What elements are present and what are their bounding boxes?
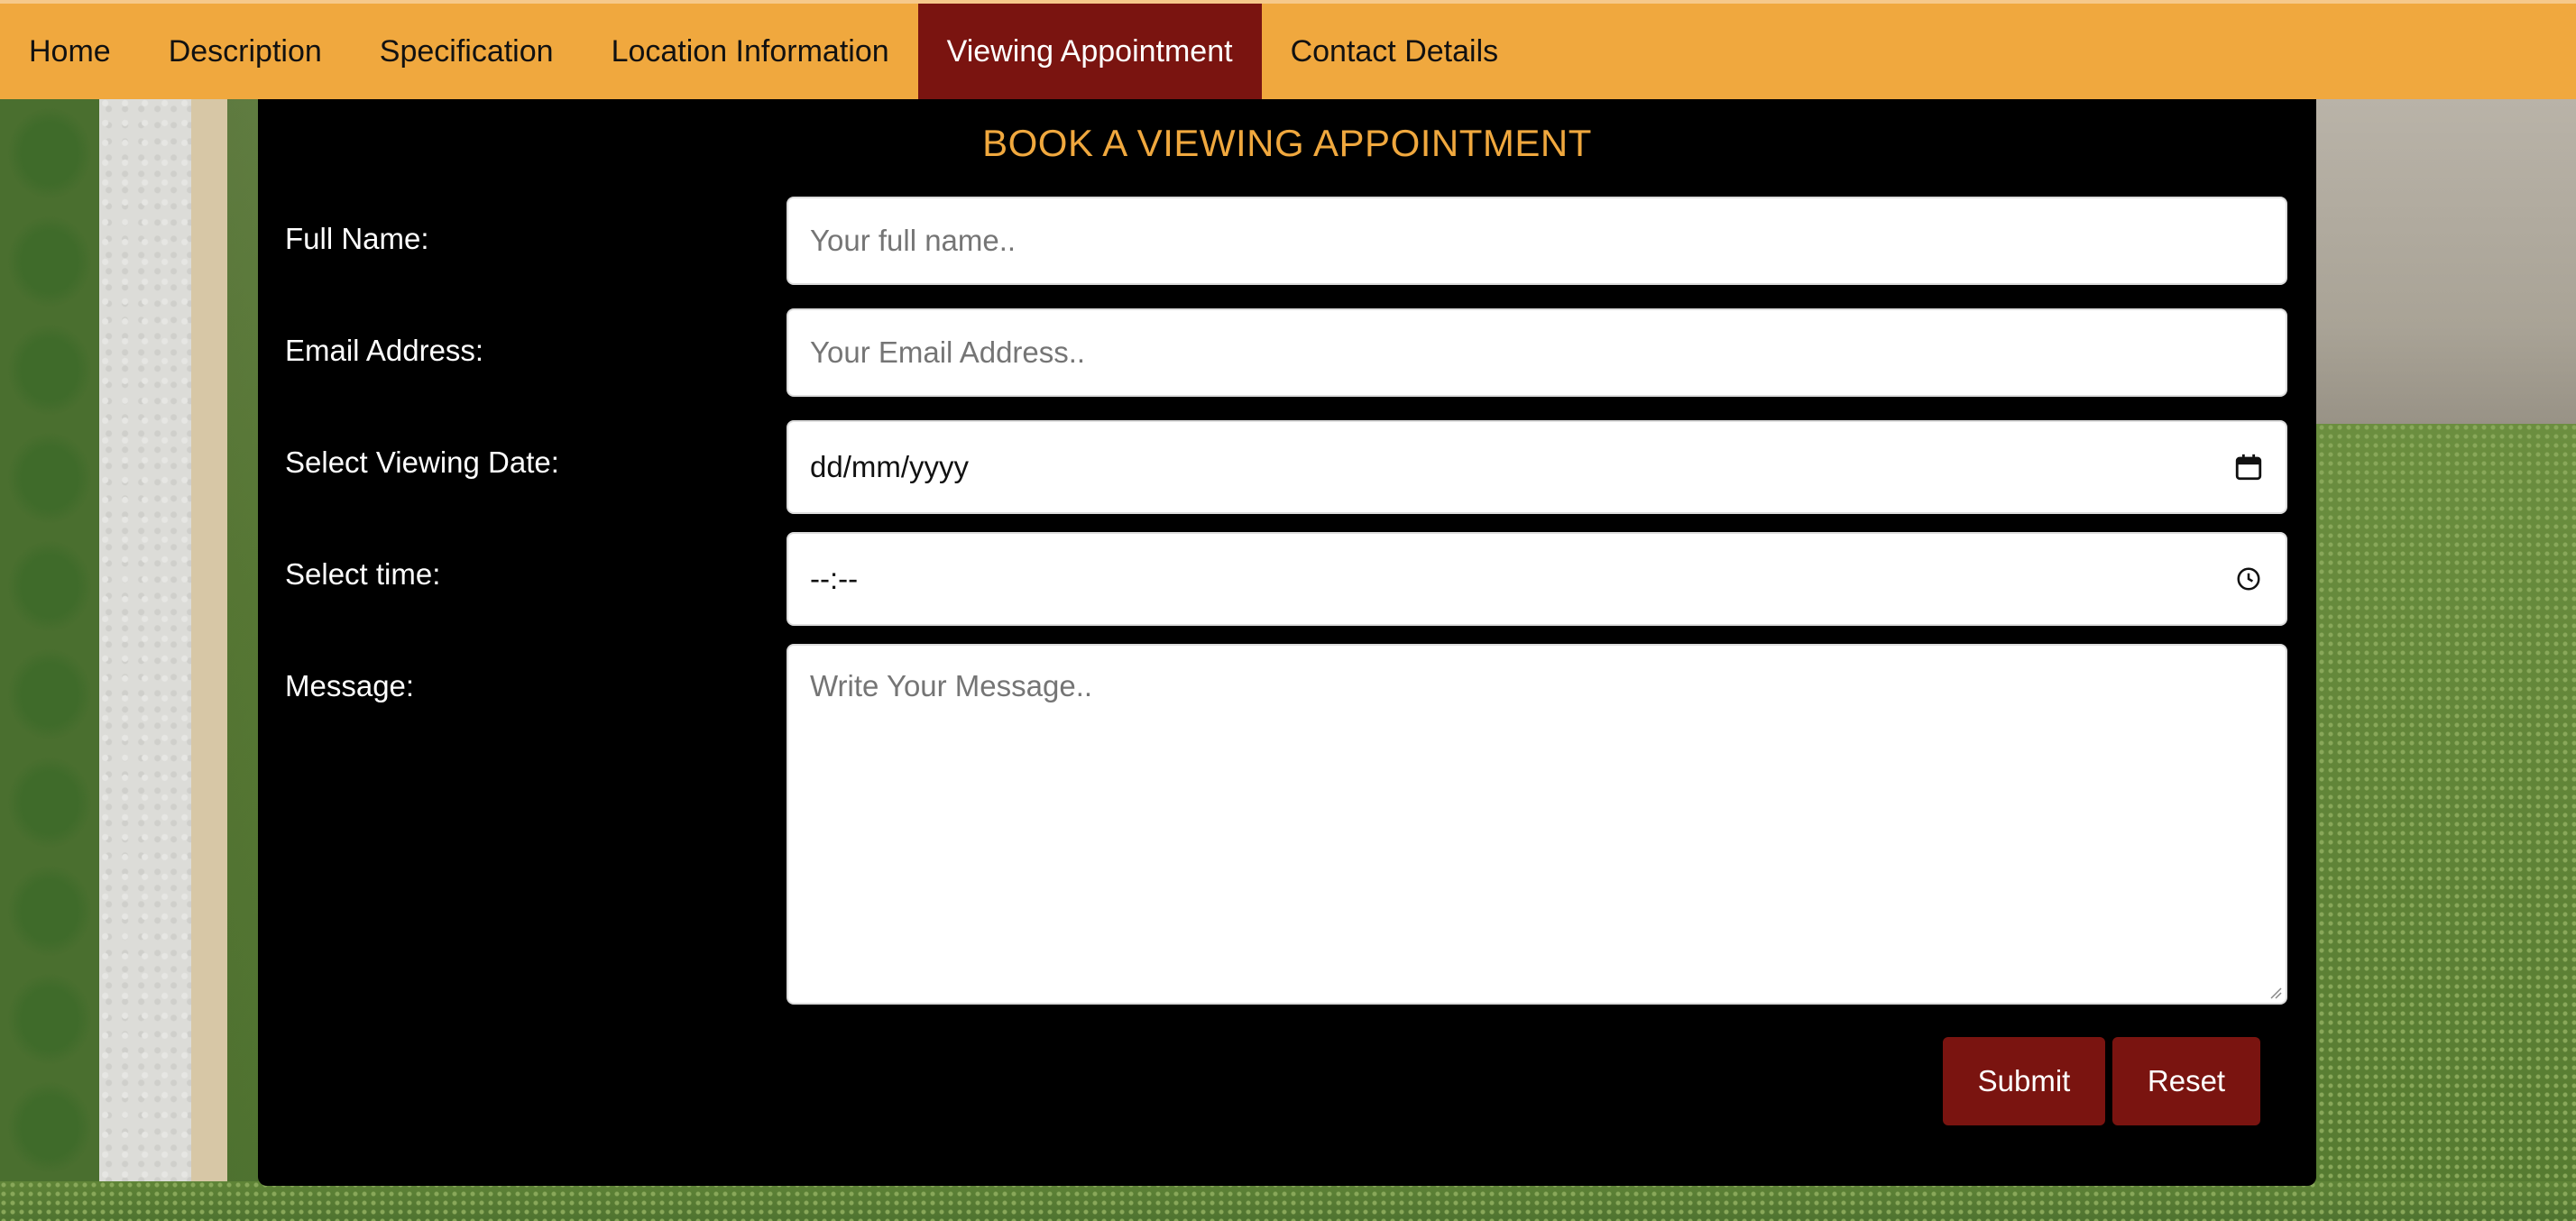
email-label: Email Address:: [285, 334, 484, 367]
background-lawn-bottom: [0, 1181, 2576, 1221]
viewing-date-value: dd/mm/yyyy: [810, 450, 970, 483]
page: Home Description Specification Location …: [0, 0, 2576, 1221]
background-shrubs: [0, 99, 99, 1221]
full-name-label: Full Name:: [285, 222, 429, 255]
email-input[interactable]: Your Email Address..: [787, 308, 2287, 397]
top-nav: Home Description Specification Location …: [0, 0, 2576, 99]
nav-item-location-information[interactable]: Location Information: [583, 4, 918, 99]
email-placeholder: Your Email Address..: [810, 335, 1086, 369]
full-name-input[interactable]: Your full name..: [787, 197, 2287, 285]
nav-item-viewing-appointment[interactable]: Viewing Appointment: [917, 4, 1262, 99]
resize-handle-icon[interactable]: [2268, 985, 2282, 999]
calendar-icon[interactable]: [2233, 452, 2264, 482]
clock-icon[interactable]: [2233, 564, 2264, 594]
background-curb: [191, 99, 227, 1221]
nav-item-specification[interactable]: Specification: [351, 4, 583, 99]
submit-button[interactable]: Submit: [1943, 1037, 2105, 1125]
form-title: BOOK A VIEWING APPOINTMENT: [982, 122, 1592, 164]
nav-item-home[interactable]: Home: [0, 4, 140, 99]
full-name-placeholder: Your full name..: [810, 224, 1017, 257]
reset-button[interactable]: Reset: [2112, 1037, 2260, 1125]
time-value: --:--: [810, 562, 859, 595]
nav-item-description[interactable]: Description: [140, 4, 351, 99]
message-placeholder: Write Your Message..: [810, 669, 1093, 702]
time-input[interactable]: --:--: [787, 532, 2287, 626]
message-label: Message:: [285, 669, 415, 702]
message-textarea[interactable]: Write Your Message..: [787, 644, 2287, 1005]
viewing-date-input[interactable]: dd/mm/yyyy: [787, 420, 2287, 514]
viewing-date-label: Select Viewing Date:: [285, 445, 559, 479]
appointment-form: BOOK A VIEWING APPOINTMENT Full Name: Yo…: [258, 99, 2316, 1186]
time-label: Select time:: [285, 557, 441, 591]
nav-item-contact-details[interactable]: Contact Details: [1262, 4, 1528, 99]
